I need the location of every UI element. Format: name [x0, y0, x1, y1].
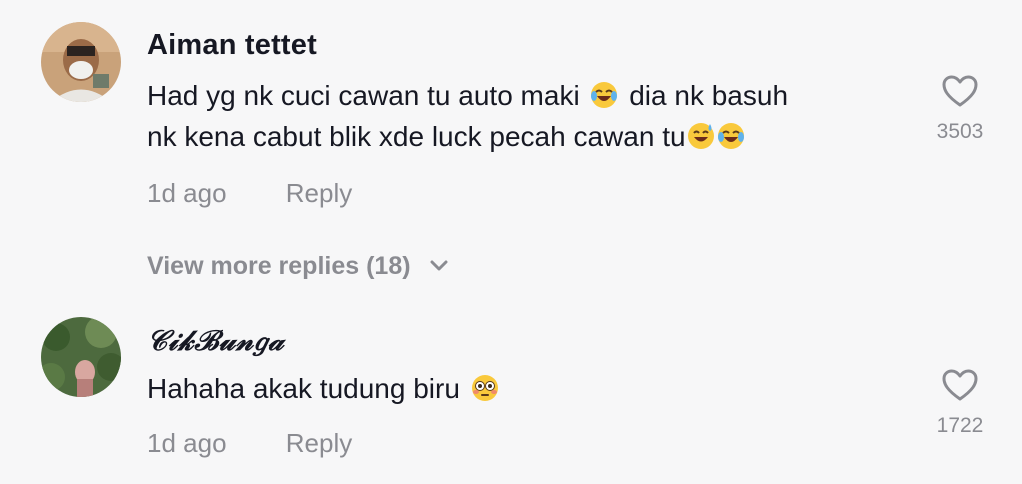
comment-username[interactable]: 𝒞𝒾𝓀ℬ𝓊𝓃𝑔𝒶: [147, 324, 285, 358]
view-more-replies-button[interactable]: View more replies (18): [147, 250, 448, 281]
comment-text-line2: nk kena cabut blik xde luck pecah cawan …: [147, 121, 686, 152]
comment-username[interactable]: Aiman tettet: [147, 29, 317, 62]
like-button[interactable]: 3503: [920, 74, 1000, 144]
comment-meta: 1d ago Reply: [147, 178, 352, 209]
comment-time: 1d ago: [147, 178, 227, 208]
heart-outline-icon[interactable]: [941, 368, 979, 402]
like-count: 1722: [936, 414, 984, 437]
comment-text: Had yg nk cuci cawan tu auto maki dia nk…: [147, 75, 887, 157]
face-with-tears-of-joy-emoji: [589, 80, 619, 110]
view-more-replies-label: View more replies (18): [147, 252, 411, 280]
chevron-down-icon: [430, 250, 448, 279]
comment-time: 1d ago: [147, 428, 227, 458]
comment-text-body: Hahaha akak tudung biru: [147, 373, 460, 404]
reply-button[interactable]: Reply: [286, 178, 352, 208]
reply-button[interactable]: Reply: [286, 428, 352, 458]
grinning-face-with-sweat-emoji: [686, 121, 716, 151]
comment-item: Aiman tettet Had yg nk cuci cawan tu aut…: [0, 0, 1022, 240]
like-count: 3503: [936, 120, 984, 143]
heart-outline-icon[interactable]: [941, 74, 979, 108]
comment-text-line1a: Had yg nk cuci cawan tu auto maki: [147, 80, 580, 111]
like-button[interactable]: 1722: [920, 368, 1000, 438]
avatar[interactable]: [41, 317, 121, 397]
flushed-face-emoji: [470, 373, 500, 403]
comment-item: 𝒞𝒾𝓀ℬ𝓊𝓃𝑔𝒶 Hahaha akak tudung biru 1d ago …: [0, 300, 1022, 484]
comment-text: Hahaha akak tudung biru: [147, 368, 887, 409]
comment-meta: 1d ago Reply: [147, 428, 352, 459]
face-with-tears-of-joy-emoji: [716, 121, 746, 151]
avatar[interactable]: [41, 22, 121, 102]
comment-text-line1b: dia nk basuh: [629, 80, 789, 111]
